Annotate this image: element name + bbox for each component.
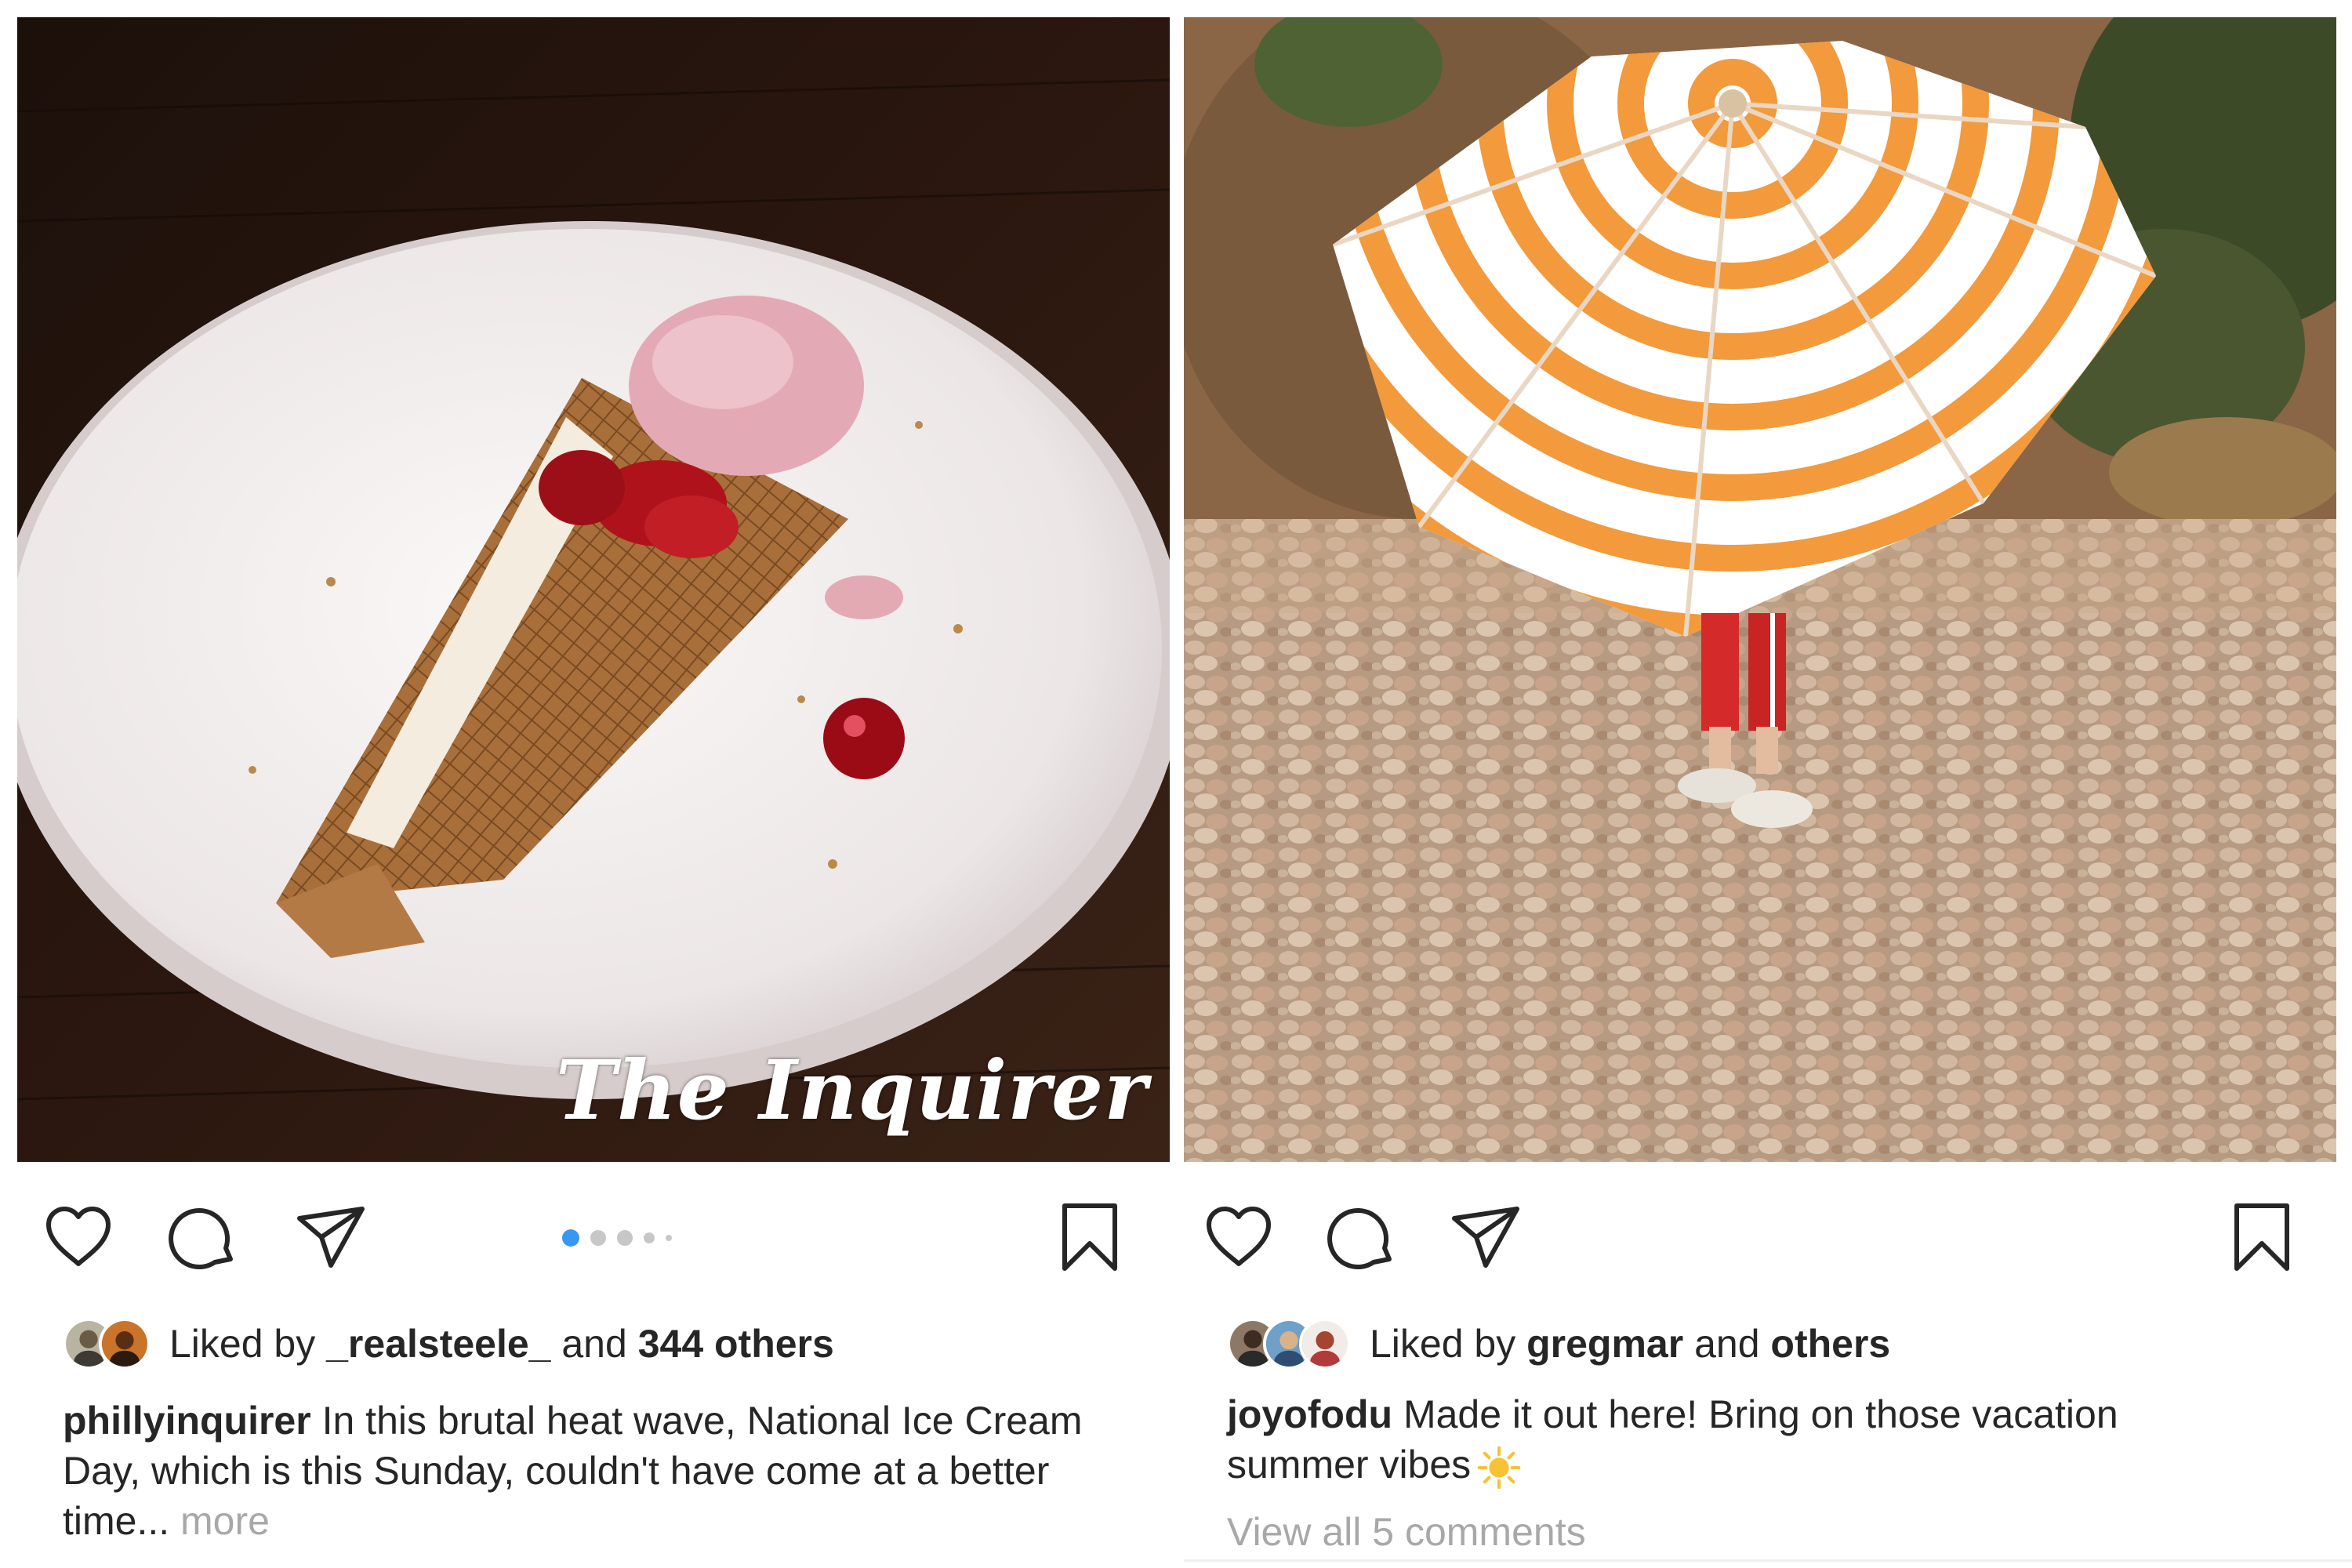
- divider: [1184, 1559, 2352, 1562]
- post-actions-bar: [1184, 1198, 2352, 1284]
- likes-summary: Liked by gregmar and others: [1227, 1314, 1890, 1374]
- heart-icon: [46, 1207, 111, 1266]
- like-button[interactable]: [39, 1198, 118, 1276]
- more-link[interactable]: more: [180, 1499, 270, 1543]
- save-button[interactable]: [1051, 1198, 1129, 1276]
- ice-cream-dessert-image: [17, 17, 1170, 1162]
- liker-avatars: [1227, 1318, 1351, 1370]
- avatar[interactable]: [99, 1318, 151, 1370]
- save-button[interactable]: [2223, 1198, 2301, 1276]
- post-photo[interactable]: [1184, 17, 2336, 1162]
- likes-summary: Liked by _realsteele_ and 344 others: [63, 1314, 834, 1374]
- carousel-dot: [590, 1230, 606, 1246]
- share-button[interactable]: [292, 1198, 370, 1276]
- likes-conjunction: and: [550, 1322, 638, 1366]
- avatar[interactable]: [1299, 1318, 1351, 1370]
- post-caption: joyofodu Made it out here! Bring on thos…: [1227, 1389, 2246, 1490]
- comment-button[interactable]: [165, 1198, 243, 1276]
- carousel-dot: [644, 1232, 655, 1243]
- likes-prefix: Liked by: [169, 1322, 327, 1366]
- liked-by-username[interactable]: _realsteele_: [326, 1321, 550, 1367]
- share-button[interactable]: [1446, 1198, 1525, 1276]
- liked-by-username[interactable]: gregmar: [1526, 1321, 1683, 1367]
- beach-umbrella-image: [1184, 17, 2336, 1162]
- post-card-phillyinquirer: The Inquirer Liked by _realsteele_ and 3…: [0, 0, 1170, 1568]
- carousel-dot-active: [562, 1229, 579, 1247]
- post-photo[interactable]: The Inquirer: [17, 17, 1170, 1162]
- likes-count[interactable]: 344 others: [638, 1321, 834, 1367]
- sun-emoji-icon: [1477, 1446, 1521, 1490]
- liker-avatars: [63, 1318, 151, 1370]
- likes-conjunction: and: [1683, 1322, 1771, 1366]
- like-button[interactable]: [1200, 1198, 1278, 1276]
- carousel-dot: [666, 1235, 672, 1241]
- likes-prefix: Liked by: [1370, 1322, 1527, 1366]
- post-caption: phillyinquirer In this brutal heat wave,…: [63, 1396, 1145, 1546]
- view-all-comments-link[interactable]: View all 5 comments: [1227, 1509, 1586, 1555]
- post-actions-bar: [0, 1198, 1168, 1284]
- carousel-dot: [617, 1230, 633, 1246]
- likes-count[interactable]: others: [1770, 1321, 1890, 1367]
- heart-icon: [1207, 1207, 1271, 1266]
- bookmark-icon: [1062, 1203, 1117, 1271]
- comment-button[interactable]: [1323, 1198, 1402, 1276]
- publisher-watermark: The Inquirer: [555, 1042, 1148, 1138]
- paper-plane-icon: [297, 1207, 365, 1268]
- post-card-joyofodu: Liked by gregmar and others joyofodu Mad…: [1184, 0, 2352, 1568]
- bookmark-icon: [2234, 1203, 2289, 1271]
- carousel-indicator: [562, 1229, 672, 1247]
- comment-icon: [169, 1208, 233, 1270]
- paper-plane-icon: [1452, 1207, 1519, 1268]
- caption-author[interactable]: phillyinquirer: [63, 1399, 311, 1443]
- caption-author[interactable]: joyofodu: [1227, 1392, 1392, 1436]
- comment-icon: [1327, 1208, 1392, 1270]
